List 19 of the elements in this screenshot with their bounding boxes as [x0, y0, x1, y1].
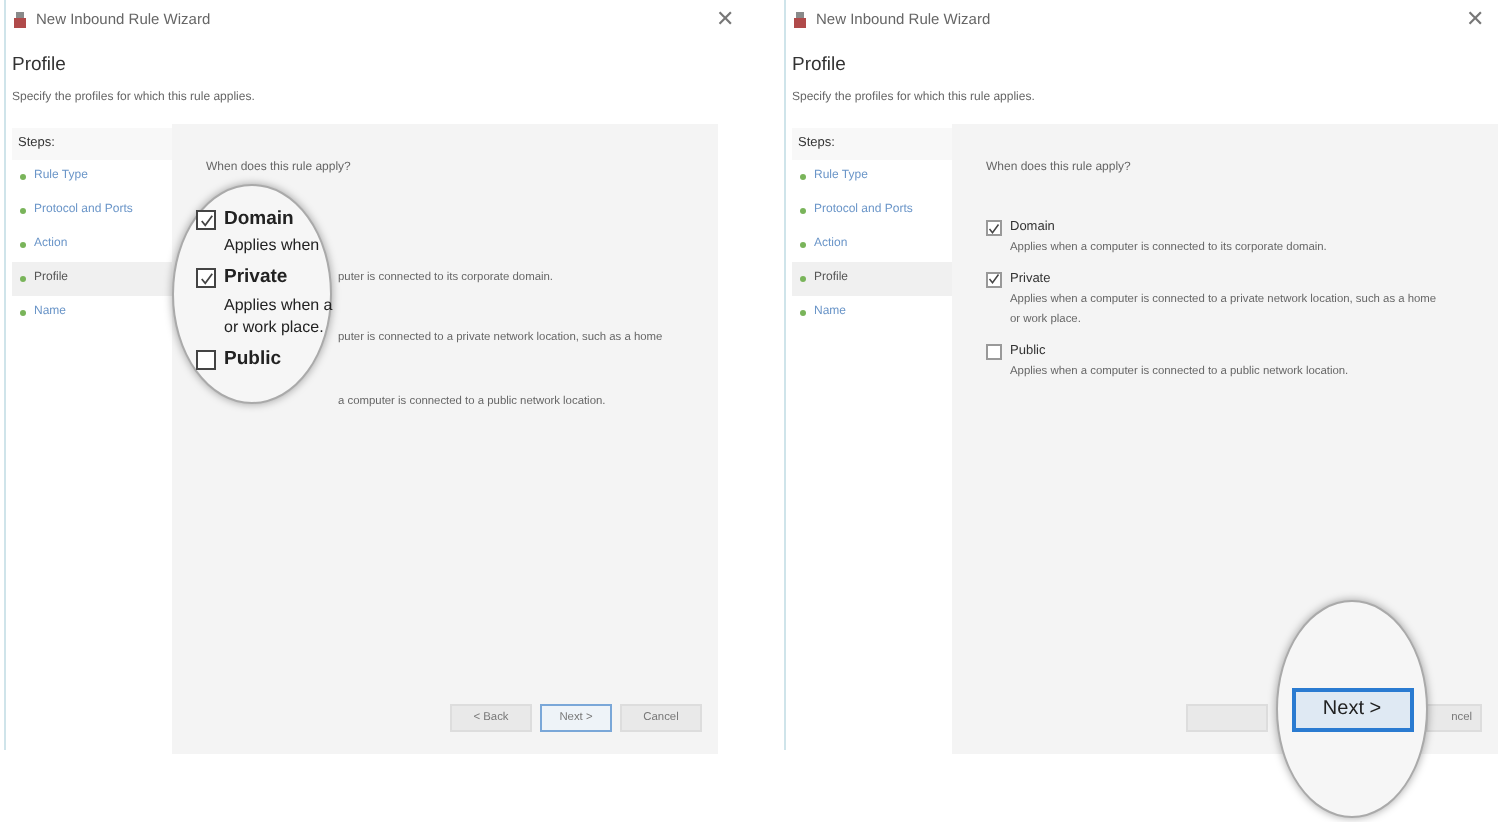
checkbox[interactable]: [986, 343, 1002, 360]
checkbox[interactable]: [196, 349, 216, 370]
next-button[interactable]: Next >: [1291, 687, 1413, 731]
checkbox[interactable]: [196, 210, 216, 231]
checkbox[interactable]: [196, 268, 216, 289]
checkbox[interactable]: [986, 271, 1002, 288]
wizard-icon: [12, 12, 28, 28]
option-label: Domain: [224, 206, 294, 234]
option-description: Applies when: [224, 234, 320, 257]
option-description: or work place.: [224, 315, 324, 337]
option-label: Private: [224, 264, 288, 293]
checkbox[interactable]: [986, 220, 1002, 237]
close-button[interactable]: ✕: [1466, 9, 1484, 31]
page-heading: Profile: [12, 52, 68, 80]
option-description: Applies when a: [224, 293, 333, 315]
option-label: Public: [224, 345, 282, 373]
close-button[interactable]: ✕: [716, 9, 734, 31]
page-heading: Profile: [792, 52, 848, 80]
wizard-icon: [792, 12, 808, 28]
